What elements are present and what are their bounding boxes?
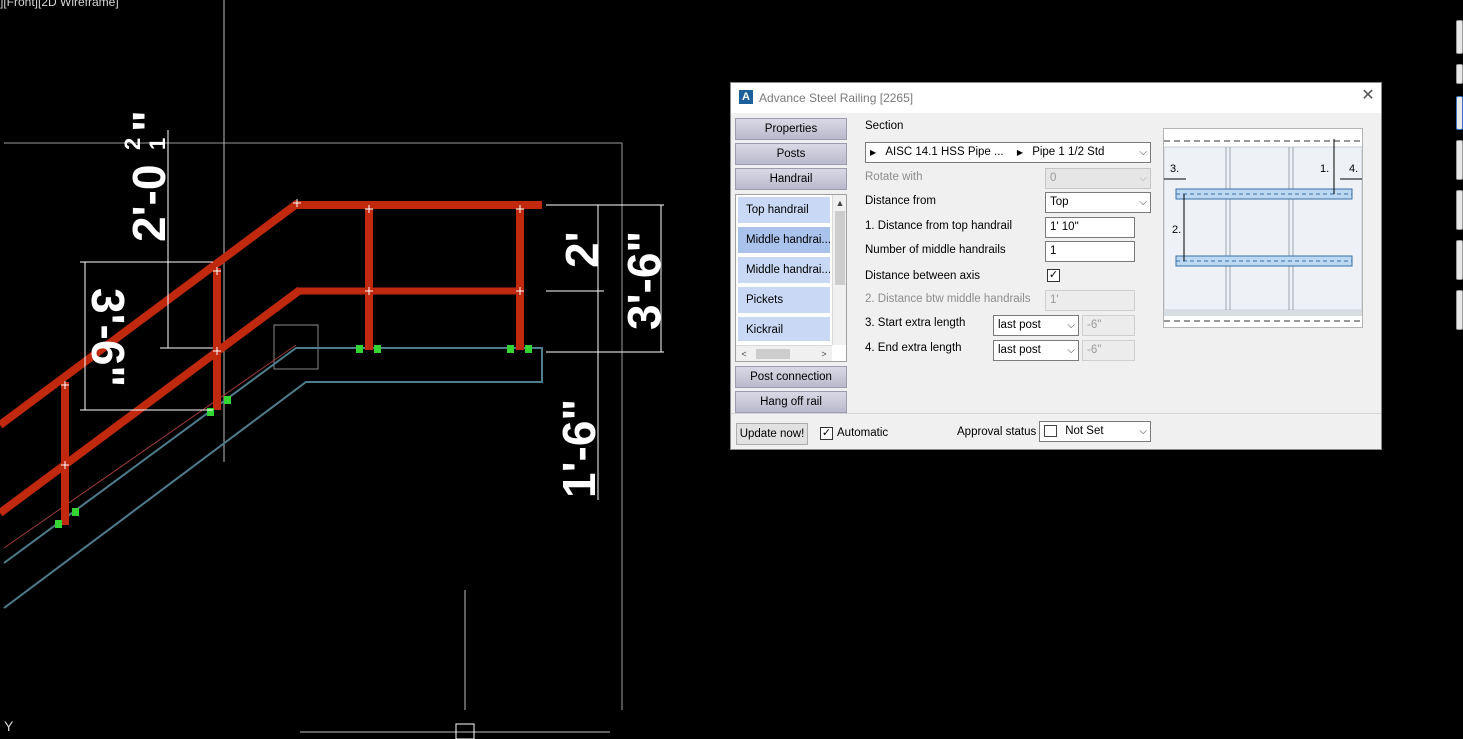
breadcrumb-arrow-icon: ▶ [1016, 148, 1023, 157]
advance-steel-logo-icon: A [739, 90, 753, 104]
start-extra-mode-select[interactable]: last post ⌵ [993, 315, 1079, 336]
preview-label-4: 4. [1349, 163, 1358, 175]
nav-button[interactable] [1456, 240, 1463, 280]
section-path-profile: Pipe 1 1/2 Std [1032, 146, 1105, 158]
nav-button[interactable] [1456, 64, 1463, 84]
breadcrumb-arrow-icon: ▶ [870, 148, 877, 157]
tab-hang-off-rail[interactable]: Hang off rail [735, 391, 847, 413]
handrail-sublist: Top handrail Middle handrai... Middle ha… [735, 194, 847, 362]
update-now-button[interactable]: Update now! [736, 423, 808, 445]
start-extra-mode-value: last post [998, 319, 1041, 331]
subitem-kickrail[interactable]: Kickrail [738, 317, 830, 341]
subitem-top-handrail[interactable]: Top handrail [738, 197, 830, 223]
dim-text-right-total: 3'-6" [618, 231, 670, 330]
nav-button[interactable] [1456, 140, 1463, 180]
nav-button[interactable] [1456, 290, 1463, 330]
scroll-left-icon[interactable]: < [738, 348, 750, 360]
dim-text-top-inch: " [123, 110, 175, 132]
scroll-thumb[interactable] [756, 349, 790, 359]
start-extra-length-input: -6" [1082, 315, 1135, 336]
dialog-title: Advance Steel Railing [2265] [759, 91, 914, 105]
num-middle-handrails-label: Number of middle handrails [865, 244, 1006, 256]
close-icon[interactable]: ✕ [1361, 87, 1375, 105]
preview-label-2: 2. [1172, 224, 1181, 236]
distance-from-value: Top [1050, 196, 1069, 208]
dist-between-axis-label: Distance between axis [865, 270, 981, 282]
stair-nosing-line [3, 344, 297, 549]
sublist-horizontal-scrollbar[interactable]: < > [736, 345, 832, 361]
section-label: Section [865, 120, 904, 132]
ucs-y-axis-label: Y [4, 718, 14, 734]
dim-text-top-frac-num: 1 [145, 138, 170, 150]
dist-top-handrail-input[interactable]: 1' 10" [1045, 217, 1135, 238]
end-extra-length-input: -6" [1082, 340, 1135, 361]
end-extra-mode-value: last post [998, 344, 1041, 356]
nav-button[interactable] [1456, 96, 1463, 130]
scroll-up-icon[interactable]: ▲ [834, 197, 846, 209]
railing-dialog: A Advance Steel Railing [2265] ✕ Propert… [730, 82, 1382, 450]
dialog-titlebar[interactable]: A Advance Steel Railing [2265] ✕ [731, 83, 1381, 113]
dim-text-left: 3'-6" [82, 288, 134, 387]
tab-properties[interactable]: Properties [735, 118, 847, 140]
status-color-swatch [1044, 424, 1057, 437]
distance-from-label: Distance from [865, 195, 936, 207]
rotate-with-label: Rotate with [865, 171, 923, 183]
approval-status-value: Not Set [1065, 425, 1104, 437]
scroll-right-icon[interactable]: > [818, 348, 830, 360]
start-extra-length-label: 3. Start extra length [865, 317, 966, 329]
dist-top-handrail-label: 1. Distance from top handrail [865, 220, 1013, 232]
dist-btw-middle-input: 1' [1045, 290, 1135, 311]
handrail-preview-diagram: 3. 1. 4. 2. [1163, 128, 1363, 328]
navigation-bar [1456, 0, 1463, 739]
tab-post-connection[interactable]: Post connection [735, 366, 847, 388]
approval-status-label: Approval status [957, 426, 1037, 438]
chevron-down-icon: ⌵ [1139, 173, 1147, 184]
tab-posts[interactable]: Posts [735, 143, 847, 165]
tab-handrail[interactable]: Handrail [735, 168, 847, 190]
chevron-down-icon: ⌵ [1067, 320, 1075, 331]
dim-text-right-mid: 2' [556, 231, 608, 268]
dim-text-top: 2'-0 [123, 165, 175, 242]
section-selector[interactable]: ▶ AISC 14.1 HSS Pipe ... ▶ Pipe 1 1/2 St… [865, 142, 1151, 163]
middle-handrail-slope [0, 286, 303, 517]
chevron-down-icon: ⌵ [1139, 197, 1147, 208]
end-extra-length-label: 4. End extra length [865, 342, 962, 354]
dist-btw-middle-label: 2. Distance btw middle handrails [865, 293, 1031, 305]
subitem-middle-handrail-1[interactable]: Middle handrai... [738, 227, 830, 253]
viewport-controls-label[interactable]: ][Front][2D Wireframe] [0, 0, 119, 9]
dist-between-axis-checkbox[interactable]: ✓ [1047, 269, 1060, 282]
dim-text-top-frac-den: 2 [120, 138, 145, 150]
num-middle-handrails-input[interactable]: 1 [1045, 241, 1135, 262]
chevron-down-icon: ⌵ [1139, 147, 1147, 158]
rotate-with-value: 0 [1050, 172, 1057, 184]
approval-status-select[interactable]: Not Set ⌵ [1039, 421, 1151, 442]
dim-text-lower: 1'-6" [553, 399, 605, 498]
subitem-pickets[interactable]: Pickets [738, 287, 830, 313]
automatic-checkbox[interactable]: ✓ [820, 427, 833, 440]
scroll-thumb[interactable] [835, 211, 845, 285]
chevron-down-icon: ⌵ [1067, 345, 1075, 356]
subitem-middle-handrail-2[interactable]: Middle handrai... [738, 257, 830, 283]
preview-svg: 3. 1. 4. 2. [1163, 139, 1363, 322]
preview-label-1: 1. [1320, 163, 1329, 175]
automatic-label: Automatic [837, 427, 889, 439]
rotate-with-select: 0 ⌵ [1045, 168, 1151, 189]
nav-button[interactable] [1456, 190, 1463, 230]
preview-label-3: 3. [1170, 163, 1179, 175]
dialog-bottom-bar: Update now! ✓ Automatic Approval status … [731, 413, 1381, 449]
section-path-standard: AISC 14.1 HSS Pipe ... [885, 146, 1004, 158]
sublist-vertical-scrollbar[interactable]: ▲ [832, 195, 846, 345]
chevron-down-icon: ⌵ [1139, 426, 1147, 437]
nav-button[interactable] [1456, 20, 1463, 54]
end-extra-mode-select[interactable]: last post ⌵ [993, 340, 1079, 361]
distance-from-select[interactable]: Top ⌵ [1045, 192, 1151, 213]
